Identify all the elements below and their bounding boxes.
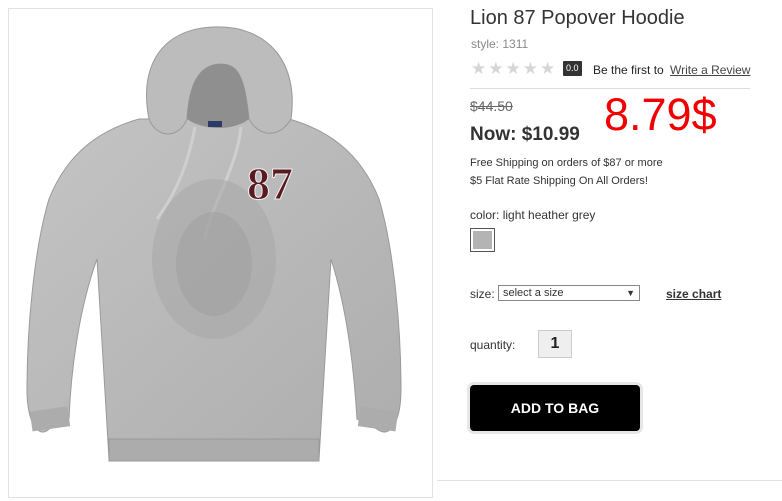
be-first-text: Be the first to (593, 63, 664, 77)
free-shipping-note: Free Shipping on orders of $87 or more (470, 157, 663, 169)
patch-87: 87 (247, 158, 293, 209)
size-select-value: select a size (503, 287, 564, 299)
star-icon: ★ (522, 59, 538, 78)
color-label: color: (470, 208, 500, 222)
size-select[interactable]: select a size ▼ (498, 285, 640, 301)
quantity-input[interactable]: 1 (538, 330, 572, 358)
star-icon: ★ (540, 59, 556, 78)
rating-score-badge: 0.0 (563, 61, 582, 76)
product-image-panel[interactable]: 87 (8, 8, 433, 498)
hoodie-image: 87 (26, 26, 402, 462)
size-chart-link[interactable]: size chart (666, 287, 721, 301)
write-review-link[interactable]: Write a Review (670, 63, 750, 77)
color-value: light heather grey (502, 208, 596, 222)
quantity-label: quantity: (470, 338, 516, 352)
size-label: size: (470, 287, 495, 301)
rating-stars[interactable]: ★ ★ ★ ★ ★ (471, 60, 555, 77)
color-swatch[interactable] (470, 228, 495, 252)
bottom-divider (437, 480, 782, 481)
add-to-bag-button[interactable]: ADD TO BAG (470, 385, 640, 431)
flat-rate-shipping-note: $5 Flat Rate Shipping On All Orders! (470, 175, 648, 187)
product-title: Lion 87 Popover Hoodie (470, 7, 685, 29)
dropdown-arrow-icon: ▼ (626, 288, 635, 298)
original-price: $44.50 (470, 98, 513, 114)
current-price: Now: $10.99 (470, 124, 580, 145)
style-number: style: 1311 (471, 37, 529, 51)
color-label-row: color: light heather grey (470, 208, 595, 222)
price-annotation: 8.79$ (604, 89, 717, 140)
star-icon: ★ (505, 59, 521, 78)
star-icon: ★ (471, 59, 487, 78)
star-icon: ★ (488, 59, 504, 78)
